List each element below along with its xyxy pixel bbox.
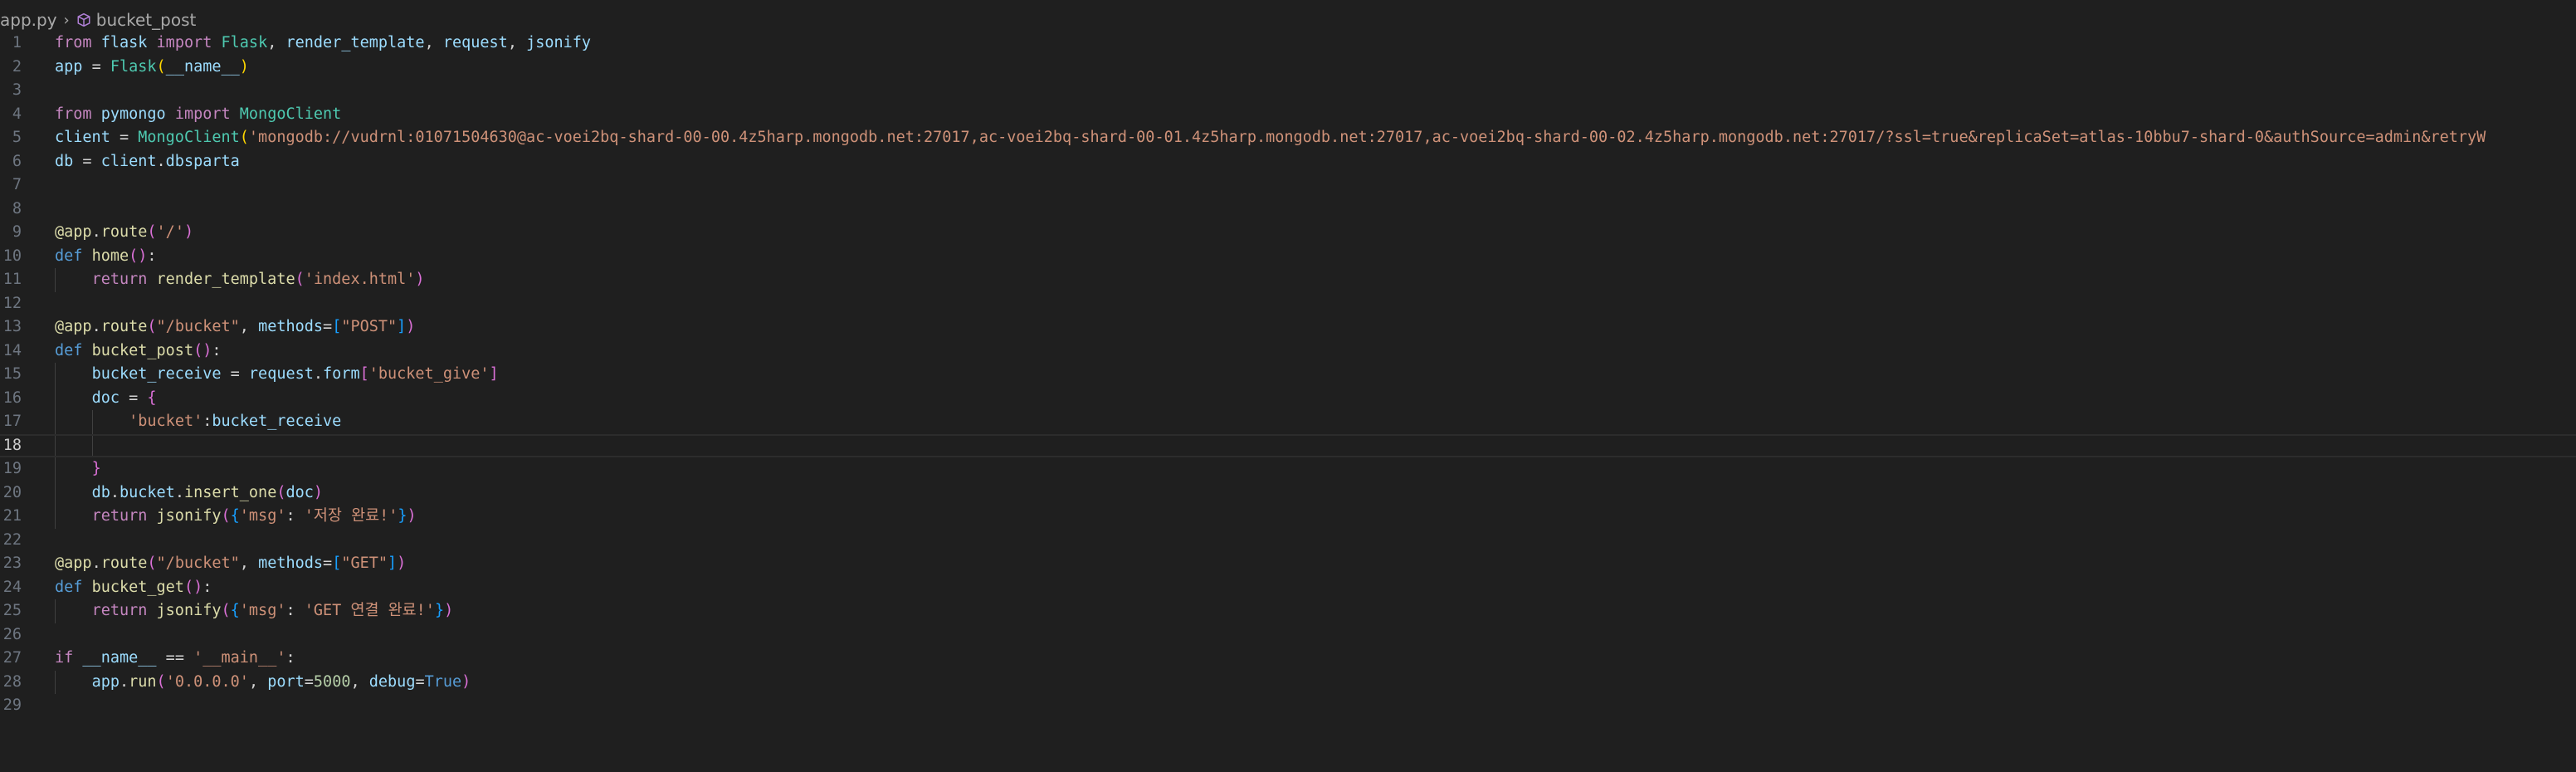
line-number: 11 (2, 271, 22, 288)
line-number: 1 (12, 34, 22, 51)
code-line[interactable]: 26 (0, 623, 2576, 647)
code-text[interactable]: 'bucket':bucket_receive (55, 410, 341, 434)
line-number: 28 (2, 672, 22, 691)
code-line[interactable]: 22 (0, 529, 2576, 553)
code-line[interactable]: 25 return jsonify({'msg': 'GET 연결 완료!'}) (0, 599, 2576, 623)
line-number: 17 (2, 413, 22, 430)
code-line[interactable]: 8 (0, 198, 2576, 222)
code-editor[interactable]: app.py › bucket_post 1 from flask import … (0, 0, 2576, 772)
code-line[interactable]: 2 app = Flask(__name__) (0, 56, 2576, 80)
chevron-right-icon: › (63, 11, 70, 29)
code-line[interactable]: 14 def bucket_post(): (0, 340, 2576, 364)
line-number: 10 (2, 247, 22, 265)
code-line[interactable]: 11 return render_template('index.html') (0, 268, 2576, 292)
line-number: 25 (2, 602, 22, 619)
code-line[interactable]: 6 db = client.dbsparta (0, 150, 2576, 174)
line-number: 12 (2, 294, 22, 312)
line-number: 2 (12, 57, 22, 76)
code-lines[interactable]: 1 from flask import Flask, render_templat… (0, 32, 2576, 718)
code-line[interactable]: 18 (0, 433, 2576, 457)
code-text[interactable]: } (55, 457, 101, 481)
code-line[interactable]: 19 } (0, 457, 2576, 481)
method-symbol-icon (76, 12, 91, 27)
code-line[interactable]: 15 bucket_receive = request.form['bucket… (0, 363, 2576, 387)
line-number: 29 (2, 696, 22, 714)
code-text[interactable]: return render_template('index.html') (55, 268, 425, 292)
code-text[interactable]: if __name__ == '__main__': (55, 647, 295, 671)
code-line[interactable]: 28 app.run('0.0.0.0', port=5000, debug=T… (0, 670, 2576, 695)
line-number: 24 (2, 578, 22, 596)
code-text[interactable]: from pymongo import MongoClient (55, 103, 341, 127)
line-number: 16 (2, 388, 22, 407)
code-text[interactable]: def home(): (55, 245, 157, 269)
line-number: 7 (12, 176, 22, 193)
indent-guide (91, 435, 93, 456)
line-number: 14 (2, 341, 22, 359)
code-text[interactable]: @app.route('/') (55, 221, 193, 245)
code-line[interactable]: 16 doc = { (0, 386, 2576, 411)
code-text[interactable]: client = MongoClient('mongodb://vudrnl:0… (55, 126, 2486, 150)
code-line[interactable]: 23 @app.route("/bucket", methods=["GET"]) (0, 552, 2576, 576)
code-text[interactable]: app.run('0.0.0.0', port=5000, debug=True… (55, 671, 471, 695)
code-text[interactable]: db = client.dbsparta (55, 150, 240, 174)
code-text[interactable]: doc = { (55, 387, 157, 411)
code-text[interactable]: from flask import Flask, render_template… (55, 32, 591, 56)
indent-guide (55, 435, 56, 456)
code-line[interactable]: 20 db.bucket.insert_one(doc) (0, 481, 2576, 506)
line-number: 26 (2, 625, 22, 643)
code-text[interactable]: return jsonify({'msg': 'GET 연결 완료!'}) (55, 599, 454, 623)
line-number: 21 (2, 507, 22, 525)
breadcrumb-symbol[interactable]: bucket_post (96, 10, 197, 30)
line-number: 23 (2, 555, 22, 572)
code-line[interactable]: 24 def bucket_get(): (0, 576, 2576, 600)
line-number: 27 (2, 649, 22, 667)
code-line[interactable]: 10 def home(): (0, 245, 2576, 269)
line-number: 13 (2, 318, 22, 335)
code-line[interactable]: 1 from flask import Flask, render_templat… (0, 32, 2576, 56)
code-line[interactable]: 3 (0, 79, 2576, 103)
code-line[interactable]: 4 from pymongo import MongoClient (0, 103, 2576, 127)
line-number: 4 (12, 105, 22, 123)
code-line[interactable]: 29 (0, 694, 2576, 718)
code-text[interactable]: db.bucket.insert_one(doc) (55, 481, 323, 506)
code-line[interactable]: 21 return jsonify({'msg': '저장 완료!'}) (0, 505, 2576, 529)
code-line[interactable]: 5 client = MongoClient('mongodb://vudrnl:… (0, 126, 2576, 150)
line-number: 8 (12, 199, 22, 217)
breadcrumb: app.py › bucket_post (0, 5, 196, 35)
line-number: 15 (2, 365, 22, 383)
line-number: 19 (2, 460, 22, 477)
line-number: 5 (12, 129, 22, 146)
breadcrumb-file[interactable]: app.py (0, 10, 57, 30)
line-number: 18 (2, 436, 22, 454)
line-number: 22 (2, 530, 22, 549)
code-text[interactable]: def bucket_get(): (55, 576, 212, 600)
code-text[interactable]: bucket_receive = request.form['bucket_gi… (55, 363, 499, 387)
code-line[interactable]: 9 @app.route('/') (0, 221, 2576, 245)
line-number: 9 (12, 223, 22, 241)
code-text[interactable]: @app.route("/bucket", methods=["POST"]) (55, 315, 415, 340)
code-text[interactable]: app = Flask(__name__) (55, 56, 249, 80)
code-line[interactable]: 12 (0, 292, 2576, 316)
code-line[interactable]: 27 if __name__ == '__main__': (0, 647, 2576, 671)
code-line[interactable]: 7 (0, 173, 2576, 198)
line-number: 20 (2, 483, 22, 501)
line-number: 6 (12, 152, 22, 170)
code-text[interactable]: @app.route("/bucket", methods=["GET"]) (55, 552, 406, 576)
line-number: 3 (12, 81, 22, 99)
code-line[interactable]: 13 @app.route("/bucket", methods=["POST"]… (0, 315, 2576, 340)
code-line[interactable]: 17 'bucket':bucket_receive (0, 410, 2576, 434)
code-text[interactable]: return jsonify({'msg': '저장 완료!'}) (55, 505, 417, 529)
code-text[interactable]: def bucket_post(): (55, 340, 222, 364)
